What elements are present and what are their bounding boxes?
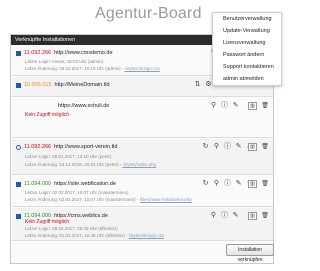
search-icon[interactable]: ⚲ — [213, 180, 220, 187]
last-change-link[interactable]: /styles/design.css — [125, 66, 160, 71]
update-arrows-icon[interactable]: ⇅ — [194, 81, 201, 88]
last-change-link[interactable]: /files/news-mitarbeiter.php — [140, 197, 192, 202]
info-icon[interactable]: ⓘ — [224, 180, 231, 187]
menu-item-update-management[interactable]: Update-Verwaltung — [213, 25, 281, 37]
installation-row: 11.094.000 https://cms.weblics.de ⚲ ⓘ ✎ … — [12, 208, 273, 241]
search-icon[interactable]: ⚲ — [213, 143, 220, 150]
info-icon[interactable]: ⓘ — [221, 102, 228, 109]
search-icon[interactable]: ⚲ — [210, 212, 217, 219]
installation-url[interactable]: http://www.sport-verein.tld — [54, 144, 117, 150]
edit-icon[interactable]: ✎ — [235, 180, 242, 187]
last-login: Letzer Login: 08.02.2017, 09:45 Uhr (afl… — [25, 226, 118, 231]
status-square — [16, 50, 21, 56]
menu-item-logout[interactable]: admin abmelden — [213, 73, 281, 85]
settings-icon[interactable]: ⚙ — [205, 81, 212, 88]
error-message: Kein Zugriff möglich — [25, 219, 70, 225]
edit-icon[interactable]: ✎ — [232, 212, 239, 219]
last-login: Letzer Login: 08.01.2017, 12:10 Uhr (pet… — [25, 154, 112, 159]
edit-icon[interactable]: ✎ — [232, 102, 239, 109]
installation-number: 10.005.015 — [24, 82, 52, 88]
status-square — [16, 82, 21, 88]
installation-row: 11.092.266 http://www.sport-verein.tld ↻… — [12, 139, 273, 175]
last-change: Letze Änderung: 02.02.2017, 10:07 Uhr (m… — [25, 197, 140, 202]
page-title: Agentur-Board — [95, 5, 202, 22]
refresh-icon[interactable]: ↻ — [202, 180, 209, 187]
menu-item-contact-support[interactable]: Support kontaktieren — [213, 61, 281, 73]
installation-row: https://www.schuli.de Kein Zugriff mögli… — [12, 98, 273, 138]
stats-button[interactable]: ▥ — [248, 143, 257, 151]
delete-icon[interactable]: 🗑 — [261, 143, 269, 151]
menu-item-change-password[interactable]: Passwort ändern — [213, 49, 281, 61]
user-menu-dropdown: Benutzerverwaltung Update-Verwaltung Liz… — [212, 12, 282, 86]
last-change-link[interactable]: /styles/design.css — [129, 233, 164, 238]
last-change-link[interactable]: /styles/index.php — [123, 162, 157, 167]
refresh-icon[interactable]: ↻ — [202, 143, 209, 150]
edit-icon[interactable]: ✎ — [235, 143, 242, 150]
error-message: Kein Zugriff möglich — [25, 112, 70, 118]
installation-url[interactable]: http://MeineDomain.tld — [55, 82, 110, 88]
last-login: Letzer Login: 02.02.2017, 10:07 Uhr (max… — [25, 190, 129, 195]
stats-button[interactable]: ▥ — [248, 180, 257, 188]
last-login: Letzer Login: Heute, 15:03 Uhr (admin) — [25, 59, 104, 64]
info-icon[interactable]: ⓘ — [221, 212, 228, 219]
installation-number: 11.092.266 — [24, 50, 52, 56]
installation-url[interactable]: https://www.schuli.de — [58, 103, 109, 109]
installation-number: 11.094.000 — [24, 181, 52, 187]
search-icon[interactable]: ⚲ — [210, 102, 217, 109]
installation-url[interactable]: http://www.cmsdemo.de — [54, 50, 112, 56]
installation-number: 11.092.266 — [24, 144, 52, 150]
delete-icon[interactable]: 🗑 — [261, 102, 269, 110]
delete-icon[interactable]: 🗑 — [261, 212, 269, 220]
last-change: Letze Änderung: 14.12.2016, 20:31 Uhr (p… — [25, 162, 123, 167]
installation-row: 11.094.000 https://site.webfication.de ↻… — [12, 176, 273, 207]
last-change: Letze Änderung: 06.02.2017, 10:19 Uhr (a… — [25, 66, 125, 71]
status-dot — [16, 144, 21, 150]
delete-icon[interactable]: 🗑 — [261, 180, 269, 188]
stats-button[interactable]: ▥ — [248, 212, 257, 220]
status-square — [16, 181, 21, 187]
connect-installation-button[interactable]: Installation verknüpfen — [226, 244, 274, 263]
menu-item-license-management[interactable]: Lizenzverwaltung — [213, 37, 281, 49]
info-icon[interactable]: ⓘ — [224, 143, 231, 150]
installation-url[interactable]: https://site.webfication.de — [54, 181, 116, 187]
status-square — [16, 213, 21, 219]
agentur-board-page: Agentur-Board Verknüpfte Installationen … — [0, 0, 286, 271]
menu-item-user-management[interactable]: Benutzerverwaltung — [213, 13, 281, 25]
last-change: Letze Änderung: 01.01.2017, 16:48 Uhr (a… — [25, 233, 129, 238]
stats-button[interactable]: ▥ — [248, 102, 257, 110]
